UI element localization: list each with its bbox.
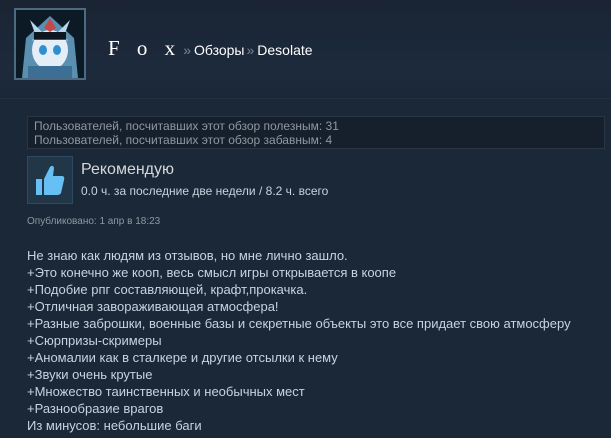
funny-count: Пользователей, посчитавших этот обзор за… [34, 133, 333, 147]
playtime: 0.0 ч. за последние две недели / 8.2 ч. … [81, 184, 329, 198]
reviews-link[interactable]: Обзоры [194, 42, 245, 58]
review-verdict: Рекомендую 0.0 ч. за последние две недел… [27, 156, 605, 204]
breadcrumb-separator: » [246, 42, 255, 58]
game-link[interactable]: Desolate [257, 42, 312, 58]
review-line: +Множество таинственных и необычных мест [27, 384, 305, 399]
review-line: +Разнообразие врагов [27, 401, 164, 416]
anime-character-avatar [16, 10, 84, 78]
review-line: +Сюрпризы-скримеры [27, 333, 162, 348]
avatar[interactable] [14, 8, 86, 80]
review-line: +Разные заброшки, военные базы и секретн… [27, 316, 571, 331]
thumb-box [27, 156, 73, 204]
review-body: Не знаю как людям из отзывов, но мне лич… [27, 247, 605, 434]
review-stats: Пользователей, посчитавших этот обзор по… [27, 116, 605, 149]
helpful-count: Пользователей, посчитавших этот обзор по… [34, 119, 339, 133]
review-line: +Это конечно же кооп, весь смысл игры от… [27, 265, 397, 280]
review-line: +Отличная завораживающая атмосфера! [27, 299, 279, 314]
profile-header: F o x » Обзоры » Desolate [0, 0, 611, 99]
breadcrumb-separator: » [183, 42, 191, 58]
thumbs-up-icon [36, 165, 65, 195]
review-line: +Подобие рпг составляющей, крафт,прокачк… [27, 282, 308, 297]
review-line: Из минусов: небольшие баги [27, 418, 202, 433]
review-line: +Аномалии как в сталкере и другие отсылк… [27, 350, 338, 365]
review-line: +Звуки очень крутые [27, 367, 153, 382]
breadcrumb: F o x » Обзоры » Desolate [108, 36, 313, 61]
verdict-title: Рекомендую [81, 161, 175, 178]
user-name-link[interactable]: F o x [108, 36, 181, 61]
posted-date: Опубликовано: 1 апр в 18:23 [27, 216, 161, 227]
review-line: Не знаю как людям из отзывов, но мне лич… [27, 248, 348, 263]
